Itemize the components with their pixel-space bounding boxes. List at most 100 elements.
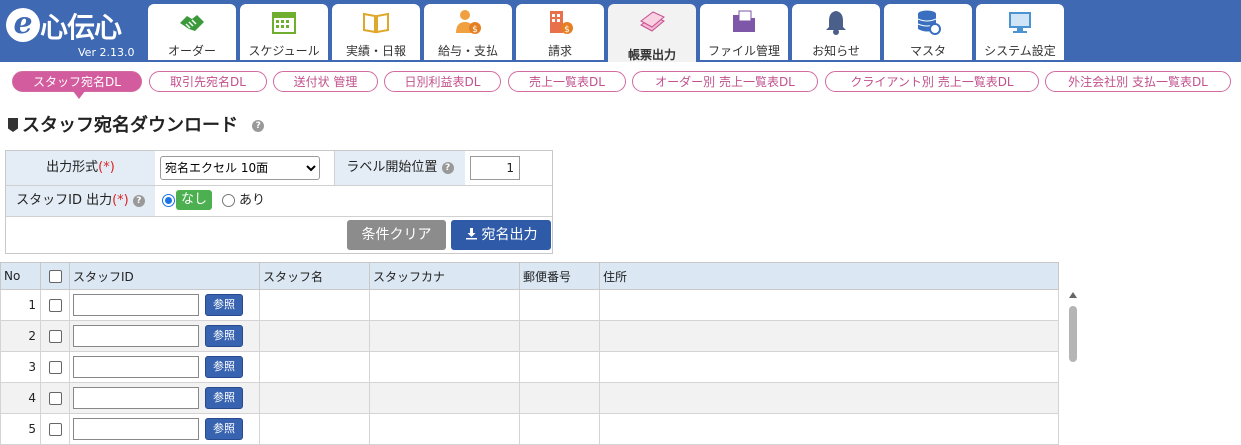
version-label: Ver 2.13.0 bbox=[78, 46, 135, 59]
required-mark: (*) bbox=[112, 193, 129, 208]
required-mark: (*) bbox=[98, 160, 115, 175]
row-checkbox[interactable] bbox=[48, 392, 62, 405]
report-subtabs: スタッフ宛名DL 取引先宛名DL 送付状 管理 日別利益表DL 売上一覧表DL … bbox=[0, 62, 1241, 102]
staff-kana-cell bbox=[369, 320, 520, 352]
staff-id-input[interactable] bbox=[73, 325, 199, 347]
nav-tab-system-settings[interactable]: システム設定 bbox=[976, 4, 1064, 60]
postal-cell bbox=[519, 289, 600, 321]
staff-kana-cell bbox=[369, 382, 520, 414]
table-scrollbar[interactable] bbox=[1066, 290, 1080, 444]
svg-text:$: $ bbox=[564, 25, 570, 35]
logo-text: 心伝心 bbox=[40, 11, 122, 44]
col-header-postal: 郵便番号 bbox=[519, 262, 600, 290]
row-checkbox-cell bbox=[40, 413, 70, 445]
staff-name-cell bbox=[259, 413, 370, 445]
output-format-select[interactable]: 宛名エクセル 10面 bbox=[160, 156, 320, 180]
row-checkbox[interactable] bbox=[48, 423, 62, 436]
table-row: 1 参照 bbox=[0, 289, 1059, 321]
row-checkbox-cell bbox=[40, 320, 70, 352]
postal-cell bbox=[519, 382, 600, 414]
staff-name-cell bbox=[259, 351, 370, 383]
staff-id-input[interactable] bbox=[73, 356, 199, 378]
clear-conditions-button[interactable]: 条件クリア bbox=[347, 220, 446, 250]
nav-tab-label: 請求 bbox=[547, 44, 572, 58]
page-title-text: スタッフ宛名ダウンロード bbox=[22, 115, 238, 136]
nav-tab-files[interactable]: ファイル管理 bbox=[700, 4, 788, 60]
row-number: 1 bbox=[0, 289, 41, 321]
staff-id-input[interactable] bbox=[73, 387, 199, 409]
staff-id-output-label-text: スタッフID 出力 bbox=[16, 193, 113, 208]
subtab-sales-list-dl[interactable]: 売上一覧表DL bbox=[508, 71, 626, 92]
address-cell bbox=[599, 320, 1059, 352]
address-cell bbox=[599, 289, 1059, 321]
row-checkbox-cell bbox=[40, 351, 70, 383]
subtab-subcontractor-payment-dl[interactable]: 外注会社別 支払一覧表DL bbox=[1045, 71, 1231, 92]
reference-button[interactable]: 参照 bbox=[205, 418, 243, 440]
staff-id-cell: 参照 bbox=[69, 351, 260, 383]
radio-yes[interactable] bbox=[222, 194, 235, 207]
col-header-staff-name: スタッフ名 bbox=[259, 262, 370, 290]
nav-tab-results[interactable]: 実績・日報 bbox=[332, 4, 420, 60]
handshake-icon bbox=[180, 15, 204, 31]
row-checkbox[interactable] bbox=[48, 361, 62, 374]
folder-icon bbox=[733, 10, 755, 32]
subtab-client-sales-dl[interactable]: クライアント別 売上一覧表DL bbox=[825, 71, 1039, 92]
staff-id-output-label: スタッフID 出力(*) ? bbox=[6, 186, 155, 216]
scroll-thumb[interactable] bbox=[1069, 306, 1077, 362]
subtab-cover-letter[interactable]: 送付状 管理 bbox=[273, 71, 378, 92]
nav-tab-schedule[interactable]: スケジュール bbox=[240, 4, 328, 60]
row-checkbox[interactable] bbox=[48, 330, 62, 343]
nav-tab-label: ファイル管理 bbox=[707, 44, 780, 58]
row-number: 5 bbox=[0, 413, 41, 445]
subtab-daily-profit-dl[interactable]: 日別利益表DL bbox=[384, 71, 501, 92]
radio-none[interactable] bbox=[162, 194, 175, 207]
nav-tab-label: 給与・支払 bbox=[437, 44, 498, 58]
output-format-label-text: 出力形式 bbox=[46, 160, 99, 175]
table-row: 4 参照 bbox=[0, 382, 1059, 414]
staff-id-input[interactable] bbox=[73, 418, 199, 440]
reference-button[interactable]: 参照 bbox=[205, 356, 243, 378]
staff-id-cell: 参照 bbox=[69, 413, 260, 445]
nav-tab-label: 実績・日報 bbox=[345, 44, 406, 58]
postal-cell bbox=[519, 320, 600, 352]
col-header-address: 住所 bbox=[599, 262, 1059, 290]
row-number: 2 bbox=[0, 320, 41, 352]
svg-text:$: $ bbox=[472, 25, 478, 35]
nav-tab-label: オーダー bbox=[167, 44, 216, 58]
help-icon[interactable]: ? bbox=[132, 194, 145, 207]
subtab-order-sales-dl[interactable]: オーダー別 売上一覧表DL bbox=[632, 71, 818, 92]
open-book-icon bbox=[363, 12, 389, 34]
nav-tab-payroll[interactable]: $ 給与・支払 bbox=[424, 4, 512, 60]
row-checkbox[interactable] bbox=[48, 299, 62, 312]
subtab-staff-address-dl[interactable]: スタッフ宛名DL bbox=[12, 71, 142, 99]
row-number: 4 bbox=[0, 382, 41, 414]
radio-yes-label[interactable]: あり bbox=[239, 191, 265, 211]
form-row-output-format: 出力形式(*) 宛名エクセル 10面 ラベル開始位置 ? 1 bbox=[6, 151, 552, 186]
calendar-icon bbox=[272, 12, 296, 34]
help-icon[interactable]: ? bbox=[441, 161, 454, 174]
help-icon[interactable]: ? bbox=[252, 120, 265, 132]
nav-tab-master[interactable]: マスタ bbox=[884, 4, 972, 60]
staff-id-input[interactable] bbox=[73, 294, 199, 316]
staff-id-cell: 参照 bbox=[69, 320, 260, 352]
select-all-checkbox[interactable] bbox=[48, 270, 62, 283]
nav-tab-label: マスタ bbox=[909, 44, 946, 58]
col-header-staff-id: スタッフID bbox=[69, 262, 260, 290]
output-format-label: 出力形式(*) bbox=[6, 151, 155, 185]
nav-tab-order[interactable]: オーダー bbox=[148, 4, 236, 60]
radio-none-label[interactable]: なし bbox=[176, 190, 213, 210]
address-output-button[interactable]: 宛名出力 bbox=[451, 220, 551, 250]
nav-tab-reports[interactable]: 帳票出力 bbox=[608, 4, 696, 62]
address-cell bbox=[599, 351, 1059, 383]
staff-kana-cell bbox=[369, 413, 520, 445]
reference-button[interactable]: 参照 bbox=[205, 294, 243, 316]
app-logo[interactable]: e 心伝心 Ver 2.13.0 bbox=[4, 6, 144, 59]
nav-tab-billing[interactable]: $ 請求 bbox=[516, 4, 604, 60]
reference-button[interactable]: 参照 bbox=[205, 387, 243, 409]
nav-tab-notices[interactable]: お知らせ bbox=[792, 4, 880, 60]
scroll-up-arrow-icon[interactable] bbox=[1069, 292, 1077, 298]
subtab-client-address-dl[interactable]: 取引先宛名DL bbox=[149, 71, 267, 92]
reference-button[interactable]: 参照 bbox=[205, 325, 243, 347]
label-start-input[interactable]: 1 bbox=[470, 156, 520, 180]
person-money-icon: $ bbox=[456, 10, 481, 35]
